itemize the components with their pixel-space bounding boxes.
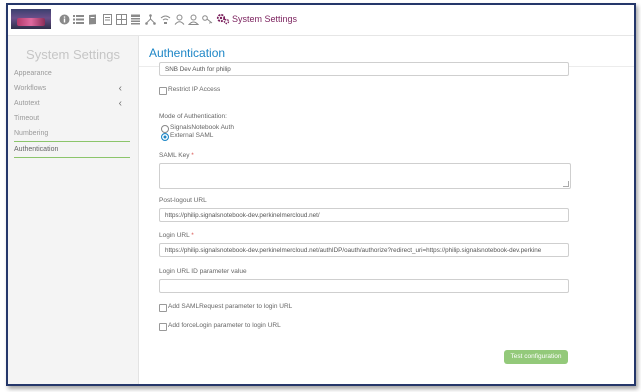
post-logout-url-label: Post-logout URL xyxy=(159,197,207,204)
restrict-ip-checkbox[interactable] xyxy=(159,87,167,95)
sidebar-item-authentication[interactable]: Authentication xyxy=(14,142,126,157)
saml-request-label: Add SAMLRequest parameter to login URL xyxy=(168,303,293,310)
sidebar-item-autotext[interactable]: Autotext ‹ xyxy=(14,96,126,111)
login-url-field[interactable]: https://philip.signalsnotebook-dev.perki… xyxy=(159,243,569,257)
hierarchy-icon[interactable] xyxy=(145,14,156,25)
user-icon[interactable] xyxy=(174,14,185,25)
main-panel: Authentication SNB Dev Auth for philip R… xyxy=(139,36,634,384)
list-icon[interactable] xyxy=(73,14,84,25)
radio-signalsnotebook-auth[interactable] xyxy=(161,125,169,133)
info-icon[interactable] xyxy=(59,14,70,25)
radio-label: SignalsNotebook Auth xyxy=(170,124,234,131)
network-icon[interactable] xyxy=(160,14,171,25)
notebook-icon[interactable] xyxy=(87,14,98,25)
sidebar-item-timeout[interactable]: Timeout xyxy=(14,111,126,126)
required-mark: * xyxy=(191,152,194,159)
saml-key-label-text: SAML Key xyxy=(159,152,190,159)
login-url-label-text: Login URL xyxy=(159,232,190,239)
sidebar-item-label: Numbering xyxy=(14,130,49,137)
sidebar-item-workflows[interactable]: Workflows ‹ xyxy=(14,81,126,96)
app-logo xyxy=(11,9,51,29)
toolbar-title[interactable]: System Settings xyxy=(232,14,297,24)
sidebar-title: System Settings xyxy=(26,47,120,62)
sidebar-item-appearance[interactable]: Appearance xyxy=(14,66,126,81)
key-icon[interactable] xyxy=(202,14,213,25)
config-name-field[interactable]: SNB Dev Auth for philip xyxy=(159,62,569,76)
login-url-label: Login URL * xyxy=(159,232,194,239)
force-login-checkbox[interactable] xyxy=(159,323,167,331)
saml-request-checkbox[interactable] xyxy=(159,304,167,312)
app-window: System Settings System Settings Appearan… xyxy=(6,3,636,386)
sidebar-separator xyxy=(14,157,130,158)
sidebar-item-label: Authentication xyxy=(14,146,59,153)
chevron-left-icon[interactable]: ‹ xyxy=(119,96,122,111)
sidebar-item-label: Autotext xyxy=(14,100,40,107)
sidebar-item-label: Appearance xyxy=(14,70,52,77)
top-toolbar: System Settings xyxy=(8,5,634,36)
sidebar-item-label: Workflows xyxy=(14,85,47,92)
required-mark: * xyxy=(191,232,194,239)
radio-label: External SAML xyxy=(170,132,214,139)
login-url-id-field[interactable] xyxy=(159,279,569,293)
settings-gear-icon[interactable] xyxy=(216,12,230,26)
settings-sidebar: System Settings Appearance Workflows ‹ A… xyxy=(8,36,139,384)
radio-external-saml[interactable] xyxy=(161,133,169,141)
sidebar-item-label: Timeout xyxy=(14,115,40,122)
force-login-label: Add forceLogin parameter to login URL xyxy=(168,322,281,329)
restrict-ip-label: Restrict IP Access xyxy=(168,86,221,93)
saml-key-label: SAML Key * xyxy=(159,152,194,159)
user-outline-icon[interactable] xyxy=(187,14,200,25)
post-logout-url-field[interactable]: https://philip.signalsnotebook-dev.perki… xyxy=(159,208,569,222)
document-icon[interactable] xyxy=(102,14,113,25)
saml-key-textarea[interactable] xyxy=(159,163,571,189)
chevron-left-icon[interactable]: ‹ xyxy=(119,81,122,96)
grid-icon[interactable] xyxy=(116,14,127,25)
test-configuration-button[interactable]: Test configuration xyxy=(504,350,568,364)
table-icon[interactable] xyxy=(130,14,141,25)
page-title: Authentication xyxy=(149,46,226,60)
sidebar-item-numbering[interactable]: Numbering xyxy=(14,126,126,141)
mode-label: Mode of Authentication: xyxy=(159,113,227,120)
login-url-id-label: Login URL ID parameter value xyxy=(159,268,247,275)
